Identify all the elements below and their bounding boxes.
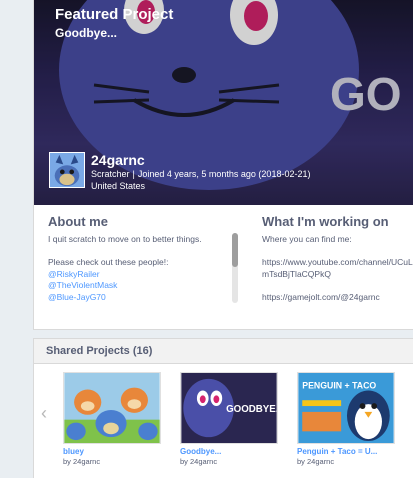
youtube-url-part1: https://www.youtube.com/channel/UCuL <box>262 257 413 267</box>
meta-separator: | <box>132 169 135 179</box>
project-author[interactable]: by 24garnc <box>297 457 395 466</box>
avatar[interactable] <box>49 152 85 188</box>
user-location: United States <box>91 181 146 191</box>
user-joined: Joined 4 years, 5 months ago (2018-02-21… <box>137 169 311 179</box>
user-row: 24garnc Scratcher | Joined 4 years, 5 mont… <box>49 152 310 192</box>
scrollbar-thumb[interactable] <box>232 233 238 267</box>
project-card-bluey[interactable]: bluey by 24garnc <box>63 372 161 466</box>
project-thumbnail[interactable]: GOODBYE... <box>180 372 278 444</box>
working-on-title: What I'm working on <box>262 214 389 229</box>
profile-card: GO Featured Project Goodbye... 24garnc S… <box>33 0 413 330</box>
project-title[interactable]: Penguin + Taco = U... <box>297 447 395 456</box>
project-author[interactable]: by 24garnc <box>63 457 161 466</box>
about-me-line1: I quit scratch to move on to better thin… <box>48 234 202 244</box>
user-info: 24garnc Scratcher | Joined 4 years, 5 mont… <box>91 152 310 192</box>
user-meta-line: Scratcher | Joined 4 years, 5 months ago (… <box>91 169 310 180</box>
text-fade <box>34 308 413 329</box>
about-me-line2: Please check out these people!: <box>48 257 169 267</box>
featured-heading: Featured Project <box>55 6 174 23</box>
bluey-avatar-icon <box>50 153 84 187</box>
featured-project-title[interactable]: Goodbye... <box>55 26 117 40</box>
thumb-text: PENGUIN + TACO <box>302 381 376 391</box>
project-author[interactable]: by 24garnc <box>180 457 278 466</box>
penguin-thumbnail-art: PENGUIN + TACO <box>298 373 394 443</box>
project-card-goodbye[interactable]: GOODBYE... Goodbye... by 24garnc <box>180 372 278 466</box>
featured-project-banner[interactable]: GO Featured Project Goodbye... 24garnc S… <box>34 0 413 205</box>
project-title[interactable]: Goodbye... <box>180 447 278 456</box>
username[interactable]: 24garnc <box>91 152 310 168</box>
bluey-thumbnail-art <box>64 373 160 443</box>
gamejolt-url: https://gamejolt.com/@24garnc <box>262 291 380 302</box>
link-theviolentmask[interactable]: @TheViolentMask <box>48 280 238 292</box>
project-thumbnail[interactable]: PENGUIN + TACO <box>297 372 395 444</box>
working-on-line1: Where you can find me: <box>262 234 352 244</box>
project-card-penguin-taco[interactable]: PENGUIN + TACO Penguin + Taco = U... by … <box>297 372 395 466</box>
shared-projects-header: Shared Projects (16) <box>34 339 413 364</box>
about-me-text[interactable]: I quit scratch to move on to better thin… <box>48 234 238 303</box>
project-thumbnail[interactable] <box>63 372 161 444</box>
about-section: About me I quit scratch to move on to be… <box>34 205 413 329</box>
project-title[interactable]: bluey <box>63 447 161 456</box>
working-on-text[interactable]: Where you can find me: https://www.youtu… <box>262 234 413 303</box>
about-me-scrollbar[interactable] <box>232 233 238 303</box>
profile-page: GO Featured Project Goodbye... 24garnc S… <box>0 0 413 478</box>
link-riskyrailer[interactable]: @RiskyRailer <box>48 269 238 281</box>
shared-projects-card: Shared Projects (16) ‹ bluey by 24garnc … <box>33 338 413 478</box>
goodbye-thumbnail-art: GOODBYE... <box>181 373 277 443</box>
about-me-title: About me <box>48 214 108 229</box>
shared-projects-title[interactable]: Shared Projects (16) <box>46 345 152 357</box>
user-role: Scratcher <box>91 169 130 179</box>
youtube-url-part2: mTsdBjTlaCQPkQ <box>262 268 331 279</box>
link-bluejay[interactable]: @Blue-JayG70 <box>48 292 238 304</box>
carousel-prev-icon[interactable]: ‹ <box>41 403 47 424</box>
thumb-text: GOODBYE... <box>226 404 277 415</box>
